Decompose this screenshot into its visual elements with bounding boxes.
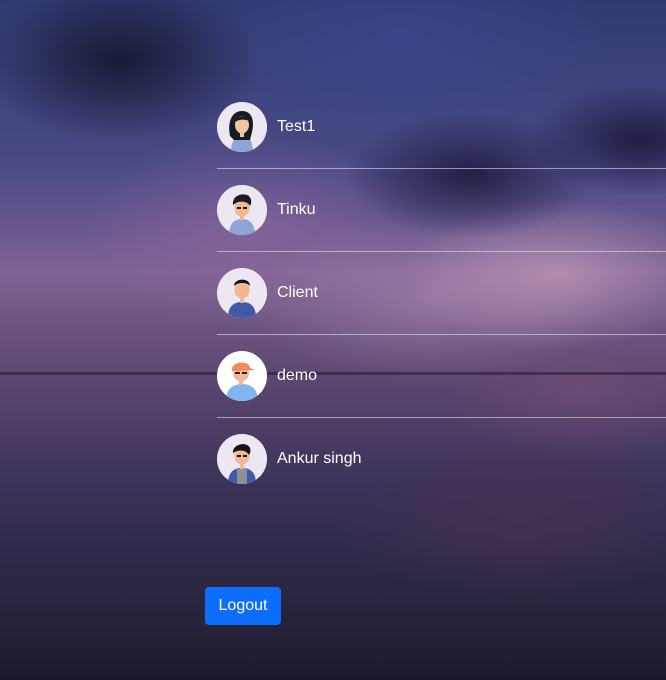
man-avatar-icon — [217, 268, 267, 318]
user-list: Test1 Tinku Client demo Ankur singh — [217, 86, 666, 500]
user-name: Ankur singh — [277, 450, 362, 467]
user-row-ankur-singh[interactable]: Ankur singh — [217, 418, 666, 500]
user-name: demo — [277, 367, 318, 384]
user-row-client[interactable]: Client — [217, 252, 666, 335]
man-avatar-icon — [217, 434, 267, 484]
user-name: Tinku — [277, 201, 316, 218]
man-cap-avatar-icon — [217, 351, 267, 401]
user-row-tinku[interactable]: Tinku — [217, 169, 666, 252]
user-row-test1[interactable]: Test1 — [217, 86, 666, 169]
user-row-demo[interactable]: demo — [217, 335, 666, 418]
man-avatar-icon — [217, 185, 267, 235]
woman-avatar-icon — [217, 102, 267, 152]
user-name: Test1 — [277, 118, 316, 135]
logout-button[interactable]: Logout — [205, 587, 281, 625]
user-name: Client — [277, 284, 318, 301]
